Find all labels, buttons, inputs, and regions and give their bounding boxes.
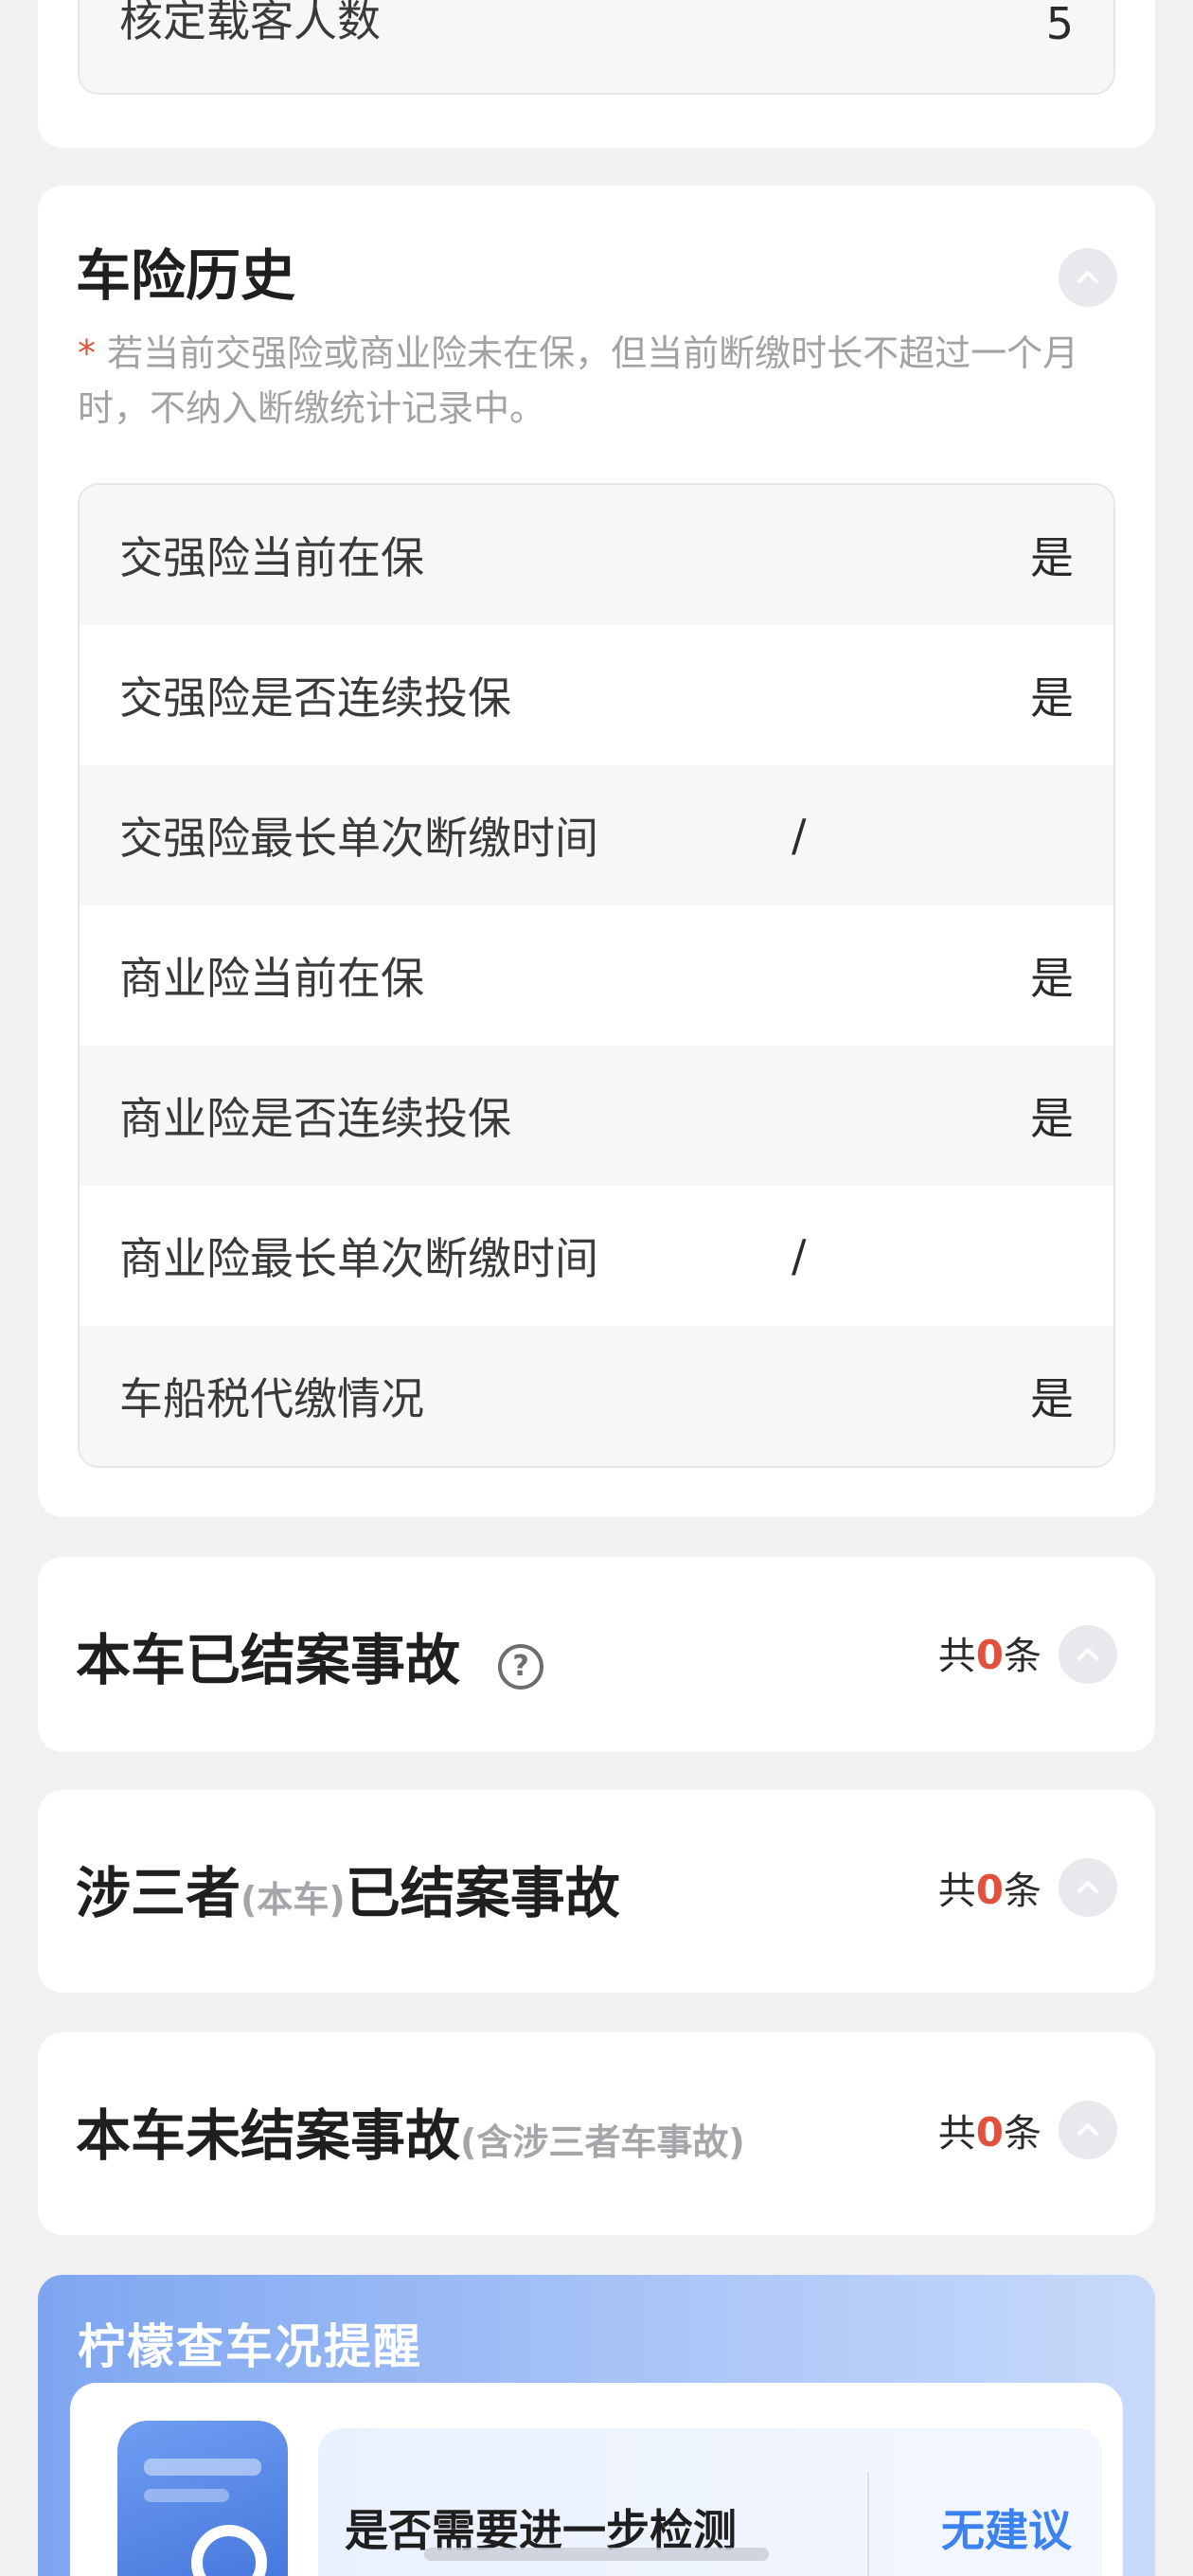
collapse-button[interactable] <box>1059 2101 1117 2159</box>
row-label: 交强险当前在保 <box>119 532 424 583</box>
collapse-button[interactable] <box>1059 1625 1117 1684</box>
section-title: 本车未结案事故 (含涉三者车事故) <box>76 2091 745 2171</box>
count-number: 0 <box>975 1632 1004 1678</box>
reminder-answer: 无建议 <box>941 2505 1072 2556</box>
table-row: 商业险是否连续投保 是 <box>80 1046 1113 1186</box>
collapse-button[interactable] <box>1059 248 1117 307</box>
vehicle-info-table: 核定载客人数 5 <box>78 0 1115 95</box>
home-indicator[interactable] <box>424 2548 769 2561</box>
table-row: 交强险是否连续投保 是 <box>80 625 1113 765</box>
record-count: 共0条 <box>938 1625 1042 1680</box>
count-number: 0 <box>975 1867 1004 1913</box>
count-prefix: 共 <box>937 2112 976 2156</box>
row-label: 商业险是否连续投保 <box>119 1093 511 1144</box>
required-star: * <box>78 332 96 374</box>
row-label: 核定载客人数 <box>119 0 381 46</box>
closed-accidents-card[interactable]: 本车已结案事故 ? 共0条 <box>38 1557 1155 1752</box>
table-row: 商业险当前在保 是 <box>80 905 1113 1046</box>
row-value: 是 <box>1030 953 1074 1004</box>
section-title: 本车已结案事故 ? <box>76 1616 544 1695</box>
title-subtitle: (含涉三者车事故) <box>460 2121 745 2163</box>
count-suffix: 条 <box>1004 1869 1042 1913</box>
record-count: 共0条 <box>938 2102 1042 2157</box>
reminder-title: 柠檬查车况提醒 <box>78 2319 422 2374</box>
table-row: 车船税代缴情况 是 <box>80 1326 1113 1466</box>
table-row: 交强险最长单次断缴时间 / <box>80 765 1113 905</box>
insurance-history-card: 车险历史 * 若当前交强险或商业险未在保，但当前断缴时长不超过一个月时，不纳入断… <box>38 186 1155 1517</box>
section-title: 涉三者 (本车) 已结案事故 <box>76 1849 620 1928</box>
inspection-illustration-icon <box>117 2421 288 2576</box>
row-label: 交强险是否连续投保 <box>119 672 511 724</box>
table-row: 交强险当前在保 是 <box>80 485 1113 625</box>
count-suffix: 条 <box>1004 2112 1042 2156</box>
count-suffix: 条 <box>1004 1635 1042 1678</box>
collapse-button[interactable] <box>1059 1858 1117 1917</box>
row-value: 是 <box>1030 672 1074 724</box>
row-label: 商业险最长单次断缴时间 <box>119 1233 598 1284</box>
title-text: 涉三者 <box>76 1861 241 1925</box>
insurance-history-table: 交强险当前在保 是 交强险是否连续投保 是 交强险最长单次断缴时间 / 商业险当… <box>78 483 1115 1468</box>
count-prefix: 共 <box>937 1869 976 1913</box>
row-value: / <box>792 1230 807 1281</box>
chevron-up-icon <box>1077 2123 1098 2136</box>
row-label: 车船税代缴情况 <box>119 1373 424 1424</box>
condition-reminder-card: 柠檬查车况提醒 是否需要进一步检测 无建议 <box>38 2275 1155 2576</box>
insurance-note: * 若当前交强险或商业险未在保，但当前断缴时长不超过一个月时，不纳入断缴统计记录… <box>78 326 1129 436</box>
row-value: 是 <box>1030 1093 1074 1144</box>
note-text: 若当前交强险或商业险未在保，但当前断缴时长不超过一个月时，不纳入断缴统计记录中。 <box>78 332 1079 429</box>
row-value: / <box>792 810 807 861</box>
third-party-accidents-card[interactable]: 涉三者 (本车) 已结案事故 共0条 <box>38 1790 1155 1993</box>
row-value: 是 <box>1030 1373 1074 1424</box>
row-value: 是 <box>1030 532 1074 583</box>
title-text-suffix: 已结案事故 <box>345 1861 620 1925</box>
table-row: 核定载客人数 5 <box>80 0 1113 93</box>
table-row: 商业险最长单次断缴时间 / <box>80 1186 1113 1326</box>
chevron-up-icon <box>1077 1881 1098 1893</box>
divider <box>867 2472 869 2576</box>
count-number: 0 <box>975 2109 1004 2156</box>
title-subtitle: (本车) <box>240 1879 346 1921</box>
section-title: 车险历史 <box>76 243 296 308</box>
row-label: 商业险当前在保 <box>119 953 424 1004</box>
row-value: 5 <box>1045 0 1074 49</box>
count-prefix: 共 <box>937 1635 976 1678</box>
open-accidents-card[interactable]: 本车未结案事故 (含涉三者车事故) 共0条 <box>38 2032 1155 2235</box>
chevron-up-icon <box>1077 1648 1098 1660</box>
help-icon[interactable]: ? <box>498 1643 544 1690</box>
title-text: 本车未结案事故 <box>76 2103 461 2168</box>
vehicle-info-card: 核定载客人数 5 <box>38 0 1155 148</box>
chevron-up-icon <box>1077 271 1098 283</box>
row-label: 交强险最长单次断缴时间 <box>119 813 598 864</box>
title-text: 本车已结案事故 <box>76 1628 461 1692</box>
record-count: 共0条 <box>938 1860 1042 1915</box>
